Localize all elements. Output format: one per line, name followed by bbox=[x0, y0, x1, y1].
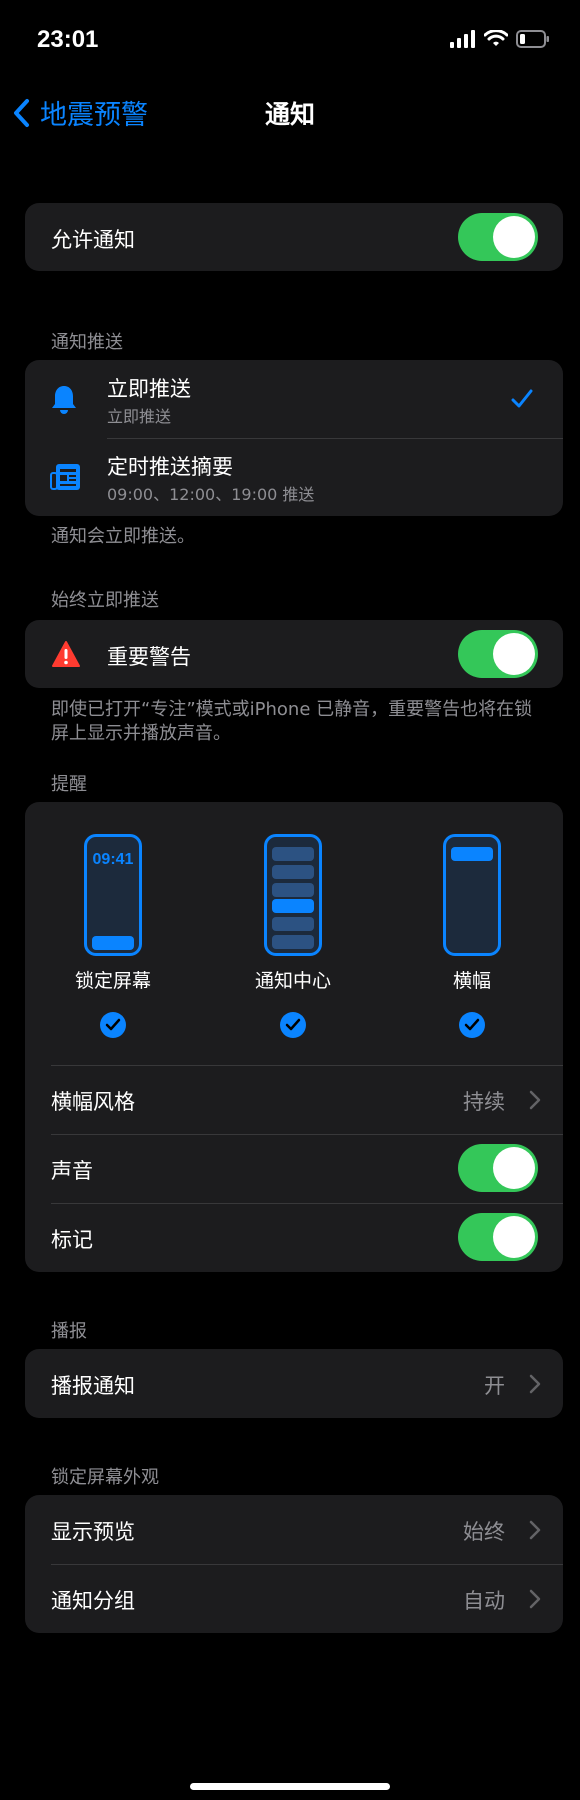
chevron-right-icon bbox=[529, 1374, 541, 1394]
delivery-scheduled-label: 定时推送摘要 bbox=[107, 455, 233, 479]
newspaper-icon bbox=[50, 464, 80, 490]
nc-item bbox=[272, 917, 314, 931]
notification-center-check[interactable] bbox=[280, 1012, 306, 1038]
chevron-right-icon bbox=[529, 1520, 541, 1540]
announce-header: 播报 bbox=[51, 1321, 87, 1342]
nc-item bbox=[272, 935, 314, 949]
lock-screen-notification bbox=[92, 936, 134, 950]
badge-label: 标记 bbox=[51, 1228, 93, 1252]
notification-grouping-value: 自动 bbox=[463, 1589, 505, 1613]
sound-toggle[interactable] bbox=[458, 1144, 538, 1192]
delivery-card: 立即推送 立即推送 定时推送摘要 09:00、12:00、19:00 推送 bbox=[25, 360, 563, 516]
checkmark-icon bbox=[285, 1018, 301, 1031]
page-title: 通知 bbox=[264, 100, 315, 129]
delivery-scheduled-row[interactable]: 定时推送摘要 09:00、12:00、19:00 推送 bbox=[25, 438, 563, 516]
cellular-signal-icon bbox=[450, 30, 475, 48]
nc-item-highlight bbox=[272, 899, 314, 913]
critical-alerts-card: 重要警告 bbox=[25, 620, 563, 688]
delivery-scheduled-sub: 09:00、12:00、19:00 推送 bbox=[107, 485, 315, 504]
battery-icon bbox=[516, 30, 549, 48]
delivery-immediate-label: 立即推送 bbox=[107, 377, 191, 401]
chevron-right-icon bbox=[529, 1589, 541, 1609]
announce-label: 播报通知 bbox=[51, 1374, 135, 1398]
nc-item bbox=[272, 847, 314, 861]
sound-label: 声音 bbox=[51, 1159, 93, 1183]
sound-row: 声音 bbox=[25, 1134, 563, 1203]
alerts-header: 提醒 bbox=[51, 774, 87, 795]
wifi-icon bbox=[484, 30, 508, 46]
lock-screen-clock: 09:41 bbox=[92, 851, 134, 868]
notification-center-preview[interactable] bbox=[264, 834, 322, 956]
banner-notification bbox=[451, 847, 493, 861]
lock-screen-label: 锁定屏幕 bbox=[74, 970, 151, 992]
notification-grouping-label: 通知分组 bbox=[51, 1589, 135, 1613]
critical-alerts-label: 重要警告 bbox=[107, 645, 191, 669]
announce-card[interactable]: 播报通知 开 bbox=[25, 1349, 563, 1418]
delivery-immediate-row[interactable]: 立即推送 立即推送 bbox=[25, 360, 563, 438]
show-preview-label: 显示预览 bbox=[51, 1520, 135, 1544]
nc-item bbox=[272, 865, 314, 879]
bell-icon bbox=[52, 386, 76, 414]
status-time: 23:01 bbox=[37, 26, 99, 53]
notification-grouping-row[interactable]: 通知分组 自动 bbox=[25, 1564, 563, 1633]
lockscreen-header: 锁定屏幕外观 bbox=[51, 1467, 159, 1488]
lock-screen-preview[interactable]: 09:41 bbox=[84, 834, 142, 956]
warning-triangle-icon bbox=[52, 641, 80, 667]
home-indicator[interactable] bbox=[190, 1783, 390, 1790]
checkmark-icon bbox=[105, 1018, 121, 1031]
banner-style-value: 持续 bbox=[463, 1090, 505, 1114]
lock-screen-check[interactable] bbox=[100, 1012, 126, 1038]
banners-check[interactable] bbox=[459, 1012, 485, 1038]
chevron-right-icon bbox=[529, 1090, 541, 1110]
notification-center-label: 通知中心 bbox=[254, 970, 331, 992]
alerts-card: 09:41 锁定屏幕 通知中心 横幅 横幅风格 持续 声音 标记 bbox=[25, 802, 563, 1272]
banners-preview[interactable] bbox=[443, 834, 501, 956]
banners-label: 横幅 bbox=[452, 970, 491, 992]
critical-footnote: 即使已打开“专注”模式或iPhone 已静音，重要警告也将在锁屏上显示并播放声音… bbox=[51, 699, 533, 744]
allow-notifications-label: 允许通知 bbox=[51, 228, 135, 252]
status-icons bbox=[450, 30, 550, 48]
banner-style-label: 横幅风格 bbox=[51, 1090, 135, 1114]
delivery-header: 通知推送 bbox=[51, 332, 123, 353]
badge-toggle[interactable] bbox=[458, 1213, 538, 1261]
badge-row: 标记 bbox=[25, 1203, 563, 1272]
delivery-immediate-sub: 立即推送 bbox=[107, 407, 172, 426]
allow-notifications-card: 允许通知 bbox=[25, 203, 563, 271]
checkmark-icon bbox=[464, 1018, 480, 1031]
delivery-footnote: 通知会立即推送。 bbox=[51, 526, 195, 547]
checkmark-icon bbox=[511, 389, 533, 408]
critical-alerts-toggle[interactable] bbox=[458, 630, 538, 678]
allow-notifications-toggle[interactable] bbox=[458, 213, 538, 261]
show-preview-row[interactable]: 显示预览 始终 bbox=[25, 1495, 563, 1564]
always-header: 始终立即推送 bbox=[51, 590, 159, 611]
lockscreen-card: 显示预览 始终 通知分组 自动 bbox=[25, 1495, 563, 1633]
nc-item bbox=[272, 883, 314, 897]
announce-value: 开 bbox=[484, 1374, 505, 1398]
banner-style-row[interactable]: 横幅风格 持续 bbox=[25, 1065, 563, 1134]
show-preview-value: 始终 bbox=[463, 1520, 505, 1544]
